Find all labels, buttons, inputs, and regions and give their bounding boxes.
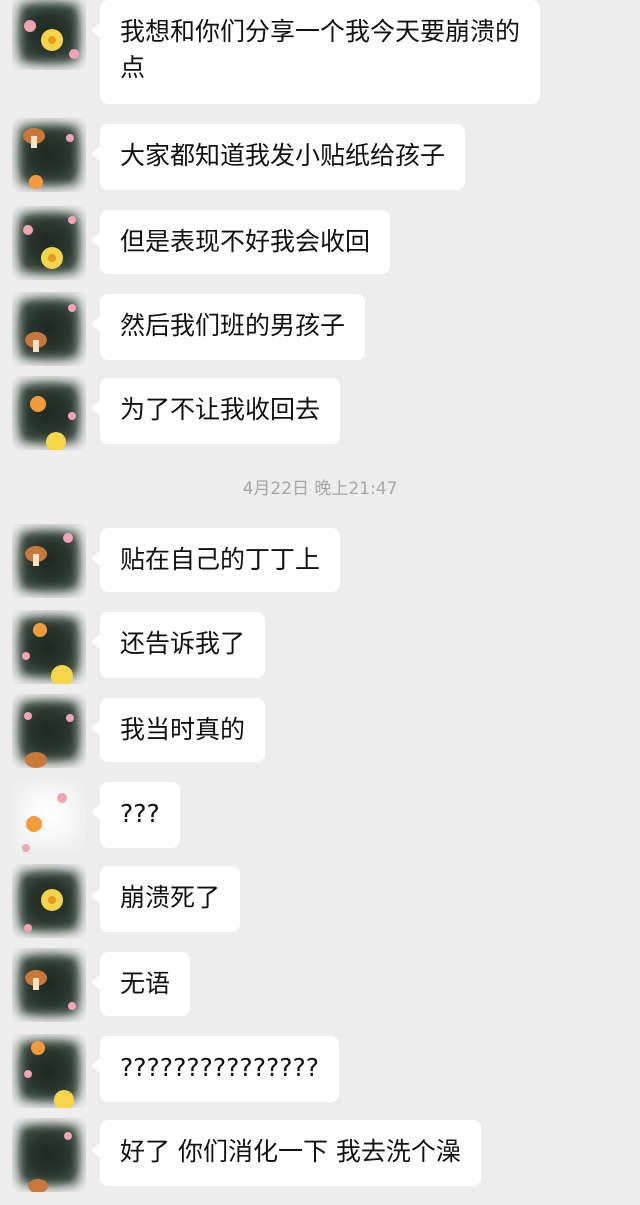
avatar[interactable] — [12, 376, 86, 450]
message-bubble[interactable]: 然后我们班的男孩子 — [90, 294, 366, 360]
flower-frame-icon — [23, 216, 76, 269]
avatar[interactable] — [12, 694, 86, 768]
message-bubble[interactable]: 我当时真的 — [90, 698, 266, 762]
flower-frame-icon — [22, 623, 73, 684]
message-bubble[interactable]: 但是表现不好我会收回 — [90, 210, 391, 274]
message-bubble[interactable]: 贴在自己的丁丁上 — [90, 528, 341, 592]
avatar[interactable] — [12, 118, 86, 192]
avatar[interactable] — [12, 864, 86, 938]
mushroom-icon — [28, 1132, 72, 1192]
message-bubble[interactable]: 好了 你们消化一下 我去洗个澡 — [91, 1120, 481, 1186]
message-bubble[interactable]: 还告诉我了 — [90, 612, 266, 678]
chat-view: 我想和你们分享一个我今天要崩溃的点 大家都知道我发小贴纸给孩子 但是表现不好我会… — [0, 0, 640, 1205]
mushroom-icon — [24, 712, 74, 768]
mushroom-icon — [23, 128, 74, 189]
message-timestamp: 4月22日 晚上21:47 — [242, 479, 398, 499]
message-bubble[interactable]: ??? — [91, 782, 180, 848]
flower-frame-icon — [24, 1041, 74, 1108]
avatar[interactable] — [12, 1034, 86, 1108]
avatar[interactable] — [12, 610, 86, 684]
avatar[interactable] — [12, 206, 86, 280]
avatar[interactable] — [12, 778, 86, 852]
message-bubble[interactable]: 大家都知道我发小贴纸给孩子 — [90, 124, 466, 190]
avatar[interactable] — [12, 948, 86, 1022]
flower-frame-icon — [24, 20, 79, 59]
message-bubble[interactable]: 无语 — [90, 952, 191, 1016]
mushroom-icon — [25, 970, 76, 1010]
message-bubble[interactable]: 我想和你们分享一个我今天要崩溃的点 — [91, 0, 540, 104]
message-bubble[interactable]: 为了不让我收回去 — [90, 378, 341, 444]
mushroom-icon — [25, 304, 76, 352]
avatar[interactable] — [12, 1118, 86, 1192]
mushroom-icon — [25, 533, 73, 566]
message-bubble[interactable]: 崩溃死了 — [90, 866, 241, 932]
message-bubble[interactable]: ??????????????? — [90, 1036, 340, 1102]
flower-frame-icon — [22, 793, 67, 852]
avatar[interactable] — [12, 524, 86, 598]
flower-frame-icon — [30, 396, 76, 450]
avatar[interactable] — [12, 0, 86, 70]
avatar[interactable] — [12, 292, 86, 366]
flower-frame-icon — [24, 889, 63, 932]
